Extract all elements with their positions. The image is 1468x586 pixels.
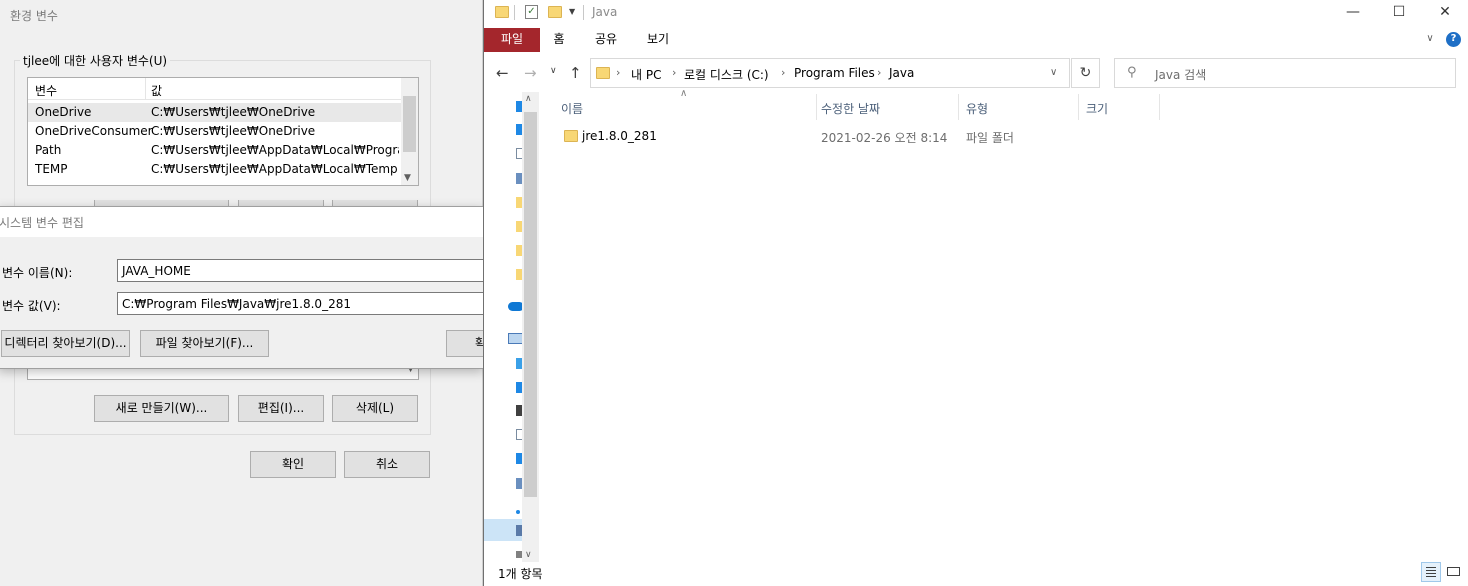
cancel-button[interactable]: 취소	[344, 451, 430, 478]
list-item[interactable]: OneDriveConsumer C:₩Users₩tjlee₩OneDrive	[28, 122, 401, 141]
browse-directory-button[interactable]: 디렉터리 찾아보기(D)...	[1, 330, 130, 357]
folder-icon	[564, 130, 578, 142]
address-bar[interactable]: › 내 PC › 로컬 디스크 (C:) › Program Files › J…	[590, 58, 1070, 88]
column-modified[interactable]: 수정한 날짜	[821, 100, 880, 117]
file-type: 파일 폴더	[966, 131, 1014, 145]
chevron-right-icon[interactable]: ›	[672, 66, 676, 79]
breadcrumb-item[interactable]: 내 PC	[631, 66, 661, 83]
search-icon: ⚲	[1127, 65, 1137, 80]
breadcrumb-item[interactable]: Java	[889, 66, 914, 80]
variable-value: C:₩Users₩tjlee₩AppData₩Local₩Temp	[151, 162, 398, 176]
tab-share[interactable]: 공유	[588, 28, 624, 52]
dialog-title: 시스템 변수 편집	[0, 216, 84, 230]
new-variable-button[interactable]: 새로 만들기(W)...	[94, 395, 229, 422]
chevron-right-icon[interactable]: ›	[781, 66, 785, 79]
ok-button[interactable]: 확인	[250, 451, 336, 478]
chevron-down-icon[interactable]: ∨	[550, 66, 557, 76]
desktop: 환경 변수 tjlee에 대한 사용자 변수(U) 변수 값 OneDrive …	[0, 0, 1468, 586]
column-size[interactable]: 크기	[1086, 100, 1108, 117]
search-input[interactable]: ⚲ Java 검색	[1114, 58, 1456, 88]
navigation-scrollbar[interactable]: ∧ ∨	[522, 92, 539, 562]
close-icon[interactable]: ✕	[1422, 0, 1468, 26]
variable-name-field[interactable]: JAVA_HOME	[117, 259, 485, 282]
arrow-left-icon[interactable]: ←	[496, 64, 509, 82]
scrollbar-thumb[interactable]	[524, 112, 537, 497]
minimize-icon[interactable]: —	[1330, 0, 1376, 26]
details-view-icon[interactable]	[1421, 562, 1441, 582]
edit-variable-button[interactable]: 편집(I)...	[238, 395, 324, 422]
dialog-title: 환경 변수	[10, 9, 58, 23]
list-item[interactable]: Path C:₩Users₩tjlee₩AppData₩Local₩Progra…	[28, 141, 401, 160]
address-row: ← → ∨ ↑ › 내 PC › 로컬 디스크 (C:) › Program F…	[484, 56, 1468, 90]
chevron-up-icon[interactable]: ∧	[525, 94, 532, 104]
edit-system-variable-dialog: 시스템 변수 편집 변수 이름(N): JAVA_HOME 변수 값(V): C…	[0, 206, 496, 369]
quick-access-toolbar: ✓ ▼	[484, 0, 1468, 26]
drive-icon[interactable]	[516, 510, 520, 514]
help-icon[interactable]: ?	[1446, 32, 1461, 47]
tab-view[interactable]: 보기	[640, 28, 676, 52]
list-scrollbar[interactable]: ▼	[401, 78, 418, 185]
list-header: 변수 값	[28, 78, 401, 100]
variable-name: OneDriveConsumer	[35, 124, 153, 138]
user-variables-list[interactable]: 변수 값 OneDrive C:₩Users₩tjlee₩OneDrive On…	[27, 77, 419, 186]
file-name: jre1.8.0_281	[582, 129, 657, 143]
file-modified: 2021-02-26 오전 8:14	[821, 131, 948, 145]
tab-home[interactable]: 홈	[544, 28, 574, 52]
delete-variable-button[interactable]: 삭제(L)	[332, 395, 418, 422]
chevron-down-icon[interactable]: ▼	[569, 7, 575, 16]
list-item[interactable]: TEMP C:₩Users₩tjlee₩AppData₩Local₩Temp	[28, 160, 401, 179]
toolbar-divider	[514, 5, 515, 20]
properties-icon[interactable]: ✓	[525, 5, 538, 19]
breadcrumb-item[interactable]: Program Files	[794, 66, 875, 80]
arrow-up-icon[interactable]: ↑	[569, 64, 582, 82]
chevron-down-icon[interactable]: ∨	[1422, 28, 1438, 52]
maximize-icon[interactable]: ☐	[1376, 0, 1422, 26]
chevron-down-icon[interactable]: ▼	[404, 173, 411, 183]
variable-value: C:₩Users₩tjlee₩OneDrive	[151, 105, 316, 119]
chevron-right-icon[interactable]: ›	[616, 66, 620, 79]
search-placeholder: Java 검색	[1155, 68, 1207, 82]
chevron-down-icon[interactable]: ∨	[1050, 67, 1057, 78]
column-name[interactable]: 이름	[561, 100, 583, 117]
breadcrumb-item[interactable]: 로컬 디스크 (C:)	[684, 66, 769, 83]
browse-file-button[interactable]: 파일 찾아보기(F)...	[140, 330, 269, 357]
column-type[interactable]: 유형	[966, 100, 988, 117]
column-header-value[interactable]: 값	[151, 82, 162, 99]
folder-icon[interactable]	[495, 6, 509, 18]
variable-value-label: 변수 값(V):	[2, 299, 61, 313]
new-folder-icon[interactable]	[548, 6, 562, 18]
file-row[interactable]: jre1.8.0_281 2021-02-26 오전 8:14 파일 폴더	[548, 126, 1160, 146]
chevron-right-icon[interactable]: ›	[877, 66, 881, 79]
variable-value: C:₩Users₩tjlee₩OneDrive	[151, 124, 316, 138]
tab-file[interactable]: 파일	[484, 28, 540, 52]
list-item[interactable]: OneDrive C:₩Users₩tjlee₩OneDrive	[28, 103, 401, 122]
refresh-icon[interactable]: ↻	[1071, 58, 1100, 88]
column-header-variable[interactable]: 변수	[35, 82, 57, 99]
variable-value-field[interactable]: C:₩Program Files₩Java₩jre1.8.0_281	[117, 292, 485, 315]
large-icons-view-icon[interactable]	[1444, 562, 1464, 582]
status-item-count: 1개 항목	[498, 567, 543, 581]
file-explorer-window: ✓ ▼ Java — ☐ ✕ 파일 홈 공유 보기 ∨ ? ← → ∨ ↑ › …	[483, 0, 1468, 586]
variable-name: Path	[35, 143, 62, 157]
variable-name: OneDrive	[35, 105, 92, 119]
variable-name-label: 변수 이름(N):	[2, 266, 73, 280]
scrollbar-thumb[interactable]	[403, 96, 416, 152]
window-title: Java	[592, 5, 618, 19]
user-variables-label: tjlee에 대한 사용자 변수(U)	[20, 52, 171, 69]
variable-name: TEMP	[35, 162, 68, 176]
ribbon-tabs: 파일 홈 공유 보기 ∨ ?	[484, 28, 1468, 52]
folder-icon	[596, 67, 610, 79]
chevron-down-icon[interactable]: ∨	[525, 550, 532, 560]
file-list-header: 이름 수정한 날짜 유형 크기	[548, 94, 1160, 120]
variable-value: C:₩Users₩tjlee₩AppData₩Local₩Programs...	[151, 143, 399, 157]
arrow-right-icon[interactable]: →	[524, 64, 537, 82]
toolbar-divider	[583, 5, 584, 20]
